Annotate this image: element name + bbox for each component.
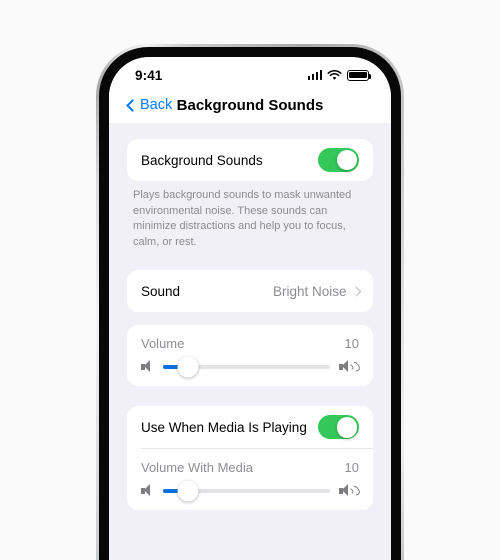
media-volume-slider-thumb[interactable] <box>177 480 199 502</box>
sound-value: Bright Noise <box>272 283 347 299</box>
background-sounds-card: Background Sounds <box>127 139 373 181</box>
media-volume-header: Volume With Media 10 <box>141 460 359 475</box>
background-sounds-row[interactable]: Background Sounds <box>127 139 373 181</box>
volume-card: Volume 10 <box>127 325 373 387</box>
navigation-bar: Back Background Sounds <box>109 87 391 123</box>
sound-card: Sound Bright Noise <box>127 270 373 313</box>
battery-icon <box>347 69 372 81</box>
media-volume-slider-track[interactable] <box>163 480 330 502</box>
sound-label: Sound <box>141 283 181 299</box>
speaker-low-icon <box>141 360 154 373</box>
media-volume-slider-block: Volume With Media 10 <box>127 449 373 510</box>
volume-header: Volume 10 <box>141 336 359 351</box>
volume-label: Volume <box>141 336 185 352</box>
status-bar-time: 9:41 <box>135 67 163 83</box>
volume-value: 10 <box>344 336 359 352</box>
screenshot-stage: 9:41 Back Background Sounds Background S… <box>0 0 500 560</box>
settings-content: Background Sounds Plays background sound… <box>109 123 391 560</box>
volume-slider-thumb[interactable] <box>177 356 199 378</box>
status-bar-icons <box>307 69 372 81</box>
sound-row-right: Bright Noise <box>272 283 361 299</box>
background-sounds-label: Background Sounds <box>141 152 263 168</box>
volume-slider-row <box>141 356 362 378</box>
back-button[interactable]: Back <box>125 97 172 113</box>
sound-row[interactable]: Sound Bright Noise <box>127 270 373 312</box>
background-sounds-footnote: Plays background sounds to mask unwanted… <box>133 189 352 248</box>
use-when-media-playing-row[interactable]: Use When Media Is Playing <box>127 406 373 448</box>
chevron-left-icon <box>126 98 139 112</box>
speaker-low-icon <box>141 484 154 497</box>
speaker-high-icon <box>339 484 362 498</box>
media-volume-value: 10 <box>344 460 359 476</box>
media-card: Use When Media Is Playing Volume With Me… <box>127 406 373 511</box>
cellular-bars-icon <box>307 70 322 80</box>
use-when-media-playing-toggle[interactable] <box>318 415 359 440</box>
wifi-icon <box>327 69 342 80</box>
device-screen: 9:41 Back Background Sounds Background S… <box>109 57 391 560</box>
volume-slider-track[interactable] <box>163 356 330 378</box>
status-bar: 9:41 <box>109 57 391 87</box>
media-volume-label: Volume With Media <box>141 460 253 476</box>
device-bezel: 9:41 Back Background Sounds Background S… <box>99 47 401 560</box>
media-volume-slider-row <box>141 480 362 502</box>
speaker-high-icon <box>339 360 362 374</box>
back-button-label: Back <box>140 97 173 113</box>
use-when-media-playing-label: Use When Media Is Playing <box>141 419 307 435</box>
iphone-device-frame: 9:41 Back Background Sounds Background S… <box>96 44 404 560</box>
background-sounds-toggle[interactable] <box>318 148 359 172</box>
chevron-right-icon <box>351 286 361 297</box>
volume-slider-block: Volume 10 <box>127 325 373 386</box>
